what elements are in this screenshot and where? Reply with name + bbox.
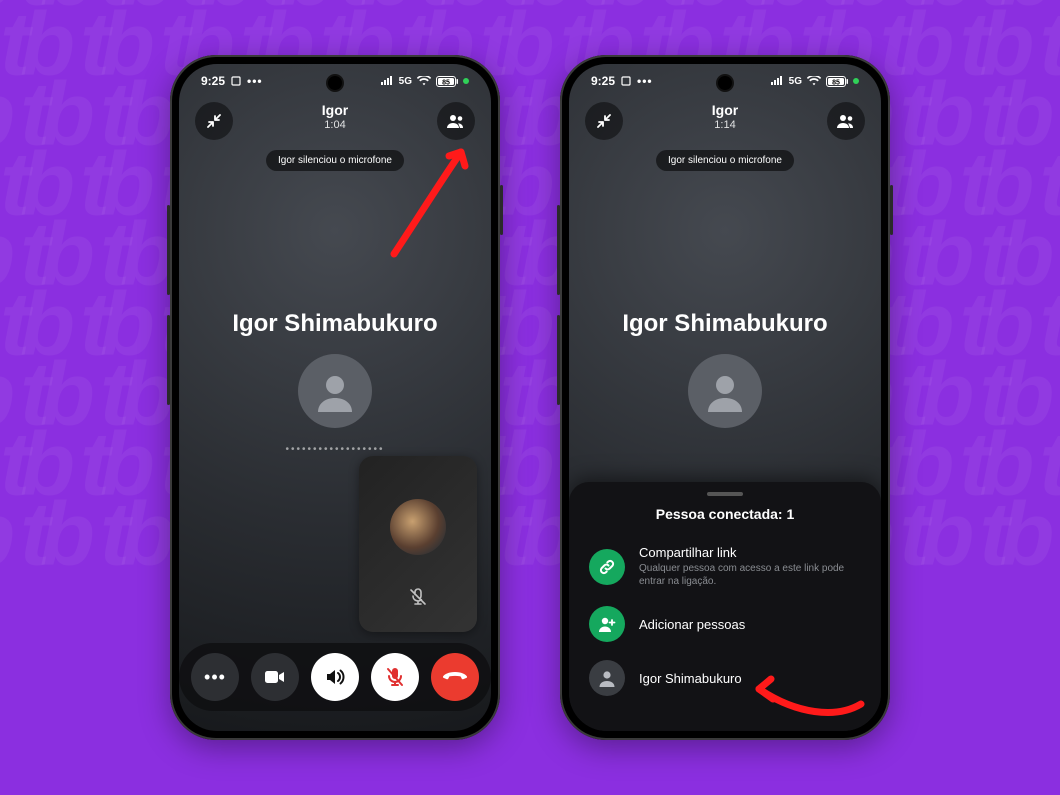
network-label: 5G bbox=[399, 76, 412, 87]
end-call-button[interactable] bbox=[431, 653, 479, 701]
status-left: 9:25 ••• bbox=[591, 74, 653, 88]
sheet-drag-handle[interactable] bbox=[707, 492, 743, 496]
screen-left: 9:25 ••• 5G 85 Igor 1:04 bbox=[179, 64, 491, 731]
svg-text:85: 85 bbox=[832, 79, 840, 86]
minimize-icon bbox=[596, 113, 612, 129]
wifi-icon bbox=[807, 76, 821, 86]
status-app-icon bbox=[621, 76, 631, 86]
privacy-dot-icon bbox=[463, 78, 469, 84]
participants-button[interactable] bbox=[827, 102, 865, 140]
header-time: 1:14 bbox=[712, 119, 738, 131]
battery-icon: 85 bbox=[436, 76, 458, 87]
privacy-dot-icon bbox=[853, 78, 859, 84]
status-time: 9:25 bbox=[201, 74, 225, 88]
participant-avatar bbox=[589, 660, 625, 696]
share-link-subtitle: Qualquer pessoa com acesso a este link p… bbox=[639, 562, 854, 588]
minimize-button[interactable] bbox=[585, 102, 623, 140]
screen-right: 9:25 ••• 5G 85 Igor 1:14 bbox=[569, 64, 881, 731]
add-person-icon bbox=[589, 606, 625, 642]
participant-name: Igor Shimabukuro bbox=[639, 671, 742, 686]
participants-sheet: Pessoa conectada: 1 Compartilhar link Qu… bbox=[569, 482, 881, 731]
video-icon bbox=[265, 670, 285, 684]
caller-name: Igor Shimabukuro bbox=[569, 310, 881, 338]
caller-name: Igor Shimabukuro bbox=[179, 310, 491, 338]
more-button[interactable]: ••• bbox=[191, 653, 239, 701]
share-link-row[interactable]: Compartilhar link Qualquer pessoa com ac… bbox=[587, 536, 863, 597]
hangup-icon bbox=[443, 672, 467, 682]
status-more-icon: ••• bbox=[247, 74, 263, 88]
participants-button[interactable] bbox=[437, 102, 475, 140]
header-time: 1:04 bbox=[322, 119, 348, 131]
annotation-arrow bbox=[379, 124, 489, 264]
caller-avatar bbox=[688, 354, 762, 428]
speaker-icon bbox=[325, 668, 345, 686]
participant-text: Igor Shimabukuro bbox=[639, 671, 742, 686]
signal-icon bbox=[770, 76, 784, 86]
top-controls: Igor 1:14 bbox=[569, 102, 881, 140]
share-link-title: Compartilhar link bbox=[639, 545, 854, 560]
self-avatar bbox=[390, 499, 446, 555]
mute-button[interactable] bbox=[371, 653, 419, 701]
mute-toast: Igor silenciou o microfone bbox=[656, 150, 794, 171]
avatar-placeholder-icon bbox=[312, 368, 358, 414]
add-people-row[interactable]: Adicionar pessoas bbox=[587, 597, 863, 651]
status-right: 5G 85 bbox=[380, 76, 469, 87]
top-controls: Igor 1:04 bbox=[179, 102, 491, 140]
caller-avatar bbox=[298, 354, 372, 428]
mute-toast: Igor silenciou o microfone bbox=[266, 150, 404, 171]
self-video-preview[interactable] bbox=[359, 456, 477, 632]
status-time: 9:25 bbox=[591, 74, 615, 88]
signal-icon bbox=[380, 76, 394, 86]
avatar-placeholder-icon bbox=[702, 368, 748, 414]
header-name: Igor bbox=[712, 102, 738, 118]
link-icon bbox=[589, 549, 625, 585]
participant-row[interactable]: Igor Shimabukuro bbox=[587, 651, 863, 705]
wifi-icon bbox=[417, 76, 431, 86]
share-link-text: Compartilhar link Qualquer pessoa com ac… bbox=[639, 545, 854, 588]
mic-off-icon bbox=[408, 587, 428, 607]
speaker-button[interactable] bbox=[311, 653, 359, 701]
status-right: 5G 85 bbox=[770, 76, 859, 87]
battery-icon: 85 bbox=[826, 76, 848, 87]
ellipsis-icon: ••• bbox=[204, 667, 226, 688]
svg-text:85: 85 bbox=[442, 79, 450, 86]
minimize-icon bbox=[206, 113, 222, 129]
stage: 9:25 ••• 5G 85 Igor 1:04 bbox=[0, 0, 1060, 795]
status-more-icon: ••• bbox=[637, 74, 653, 88]
call-toolbar: ••• bbox=[179, 643, 491, 711]
status-app-icon bbox=[231, 76, 241, 86]
phone-right: 9:25 ••• 5G 85 Igor 1:14 bbox=[560, 55, 890, 740]
mic-off-icon bbox=[386, 667, 404, 687]
sheet-title: Pessoa conectada: 1 bbox=[587, 506, 863, 522]
camera-hole bbox=[718, 76, 732, 90]
encryption-dots: •••••••••••••••••• bbox=[285, 444, 384, 455]
network-label: 5G bbox=[789, 76, 802, 87]
people-icon bbox=[447, 114, 465, 128]
phone-left: 9:25 ••• 5G 85 Igor 1:04 bbox=[170, 55, 500, 740]
camera-hole bbox=[328, 76, 342, 90]
status-left: 9:25 ••• bbox=[201, 74, 263, 88]
video-button[interactable] bbox=[251, 653, 299, 701]
header-name: Igor bbox=[322, 102, 348, 118]
add-people-title: Adicionar pessoas bbox=[639, 617, 745, 632]
call-header: Igor 1:14 bbox=[712, 102, 738, 131]
add-people-text: Adicionar pessoas bbox=[639, 617, 745, 632]
call-header: Igor 1:04 bbox=[322, 102, 348, 131]
people-icon bbox=[837, 114, 855, 128]
minimize-button[interactable] bbox=[195, 102, 233, 140]
